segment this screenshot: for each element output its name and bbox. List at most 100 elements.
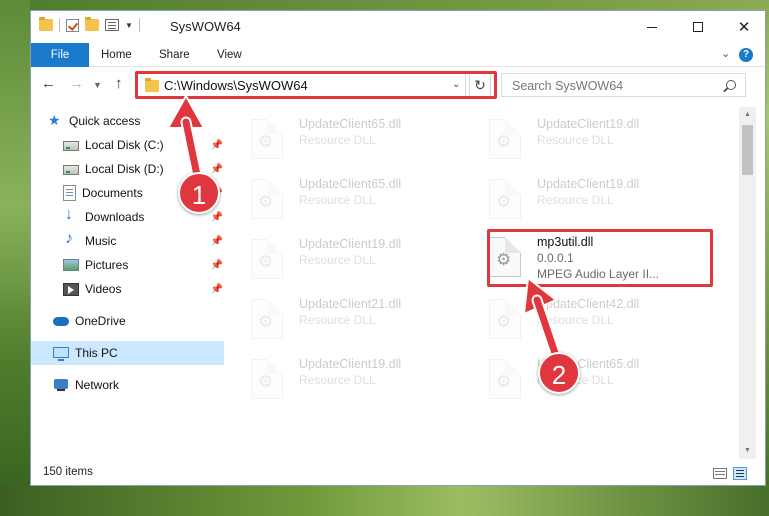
this-pc-icon: [53, 346, 69, 361]
sidebar-item-label: Quick access: [69, 114, 141, 128]
quick-access-toolbar: ▼: [39, 17, 140, 32]
file-description: Resource DLL: [299, 193, 376, 207]
tab-share[interactable]: Share: [159, 43, 190, 67]
tab-view[interactable]: View: [217, 43, 242, 67]
sidebar-item-pictures[interactable]: Pictures 📌: [63, 253, 223, 277]
downloads-icon: [63, 206, 79, 225]
file-description: Resource DLL: [299, 133, 376, 147]
close-button[interactable]: ✕: [721, 11, 765, 43]
file-item[interactable]: UpdateClient65.dll Resource DLL: [231, 115, 451, 171]
status-bar: 150 items: [31, 463, 765, 485]
sidebar-item-network[interactable]: Network: [53, 373, 223, 397]
onedrive-icon: [53, 313, 69, 329]
drive-icon: [63, 141, 79, 151]
dll-file-icon: [251, 239, 283, 279]
scroll-down-icon[interactable]: ▼: [744, 447, 751, 454]
address-bar[interactable]: C:\Windows\SysWOW64 ⌄: [137, 73, 466, 97]
pin-icon[interactable]: 📌: [211, 164, 223, 175]
sidebar-item-local-disk-c[interactable]: Local Disk (C:) 📌: [63, 133, 223, 157]
music-icon: [63, 230, 79, 249]
file-version: 0.0.0.1: [537, 251, 574, 265]
dll-file-icon: [489, 179, 521, 219]
scrollbar-thumb[interactable]: [742, 125, 753, 175]
file-description: Resource DLL: [537, 313, 614, 327]
navigation-pane: Quick access Local Disk (C:) 📌 Local Dis…: [31, 107, 231, 459]
sidebar-item-this-pc[interactable]: This PC: [31, 341, 224, 365]
new-folder-icon[interactable]: [85, 17, 99, 31]
forward-arrow-icon[interactable]: →: [69, 75, 84, 92]
navigation-bar: ← → ▼ ↑ C:\Windows\SysWOW64 ⌄ ↻ Search S…: [31, 67, 765, 103]
file-description: Resource DLL: [299, 373, 376, 387]
search-box[interactable]: Search SysWOW64: [501, 73, 746, 97]
sidebar-item-label: Documents: [82, 186, 143, 200]
file-item[interactable]: UpdateClient19.dll Resource DLL: [231, 235, 451, 291]
pin-icon[interactable]: 📌: [211, 212, 223, 223]
sidebar-item-videos[interactable]: Videos 📌: [63, 277, 223, 301]
details-view-icon[interactable]: [713, 468, 727, 479]
up-arrow-icon[interactable]: ↑: [115, 75, 123, 92]
sidebar-item-quick-access[interactable]: Quick access: [47, 109, 227, 133]
pin-icon[interactable]: 📌: [211, 140, 223, 151]
file-item[interactable]: UpdateClient42.dll Resource DLL: [469, 295, 689, 351]
address-history-chevron-icon[interactable]: ⌄: [452, 79, 460, 90]
step-2-badge: 2: [538, 352, 580, 394]
dll-file-icon: [251, 179, 283, 219]
sidebar-item-label: Local Disk (D:): [85, 162, 164, 176]
sidebar-item-label: Network: [75, 378, 120, 392]
minimize-icon: [647, 26, 657, 28]
pin-icon[interactable]: 📌: [211, 260, 223, 271]
file-name: UpdateClient19.dll: [537, 177, 640, 191]
scroll-up-icon[interactable]: ▲: [744, 111, 751, 118]
search-icon: [726, 80, 736, 90]
sidebar-item-label: OneDrive: [75, 314, 126, 328]
file-item[interactable]: UpdateClient65.dll Resource DLL: [469, 355, 689, 411]
tiles-view-icon[interactable]: [733, 467, 747, 480]
file-item-mp3util[interactable]: mp3util.dll 0.0.0.1 MPEG Audio Layer II.…: [469, 233, 689, 289]
dll-file-icon: [251, 359, 283, 399]
file-item[interactable]: UpdateClient19.dll Resource DLL: [469, 115, 689, 171]
tab-home[interactable]: Home: [101, 43, 132, 67]
refresh-icon: ↻: [474, 77, 486, 93]
dll-file-icon: [489, 359, 521, 399]
file-name: UpdateClient42.dll: [537, 297, 640, 311]
properties-icon[interactable]: [105, 19, 119, 31]
desktop-background-bottom: [0, 486, 769, 516]
pin-icon[interactable]: 📌: [211, 236, 223, 247]
drive-icon: [63, 165, 79, 175]
window-title: SysWOW64: [170, 19, 241, 34]
help-icon[interactable]: ?: [739, 48, 753, 62]
file-name: mp3util.dll: [537, 235, 594, 249]
file-description: Resource DLL: [299, 313, 376, 327]
sidebar-item-onedrive[interactable]: OneDrive: [53, 309, 223, 333]
customize-toolbar-dropdown-icon[interactable]: ▼: [125, 21, 133, 30]
recent-locations-chevron-icon[interactable]: ▼: [93, 80, 102, 90]
pictures-icon: [63, 259, 79, 271]
file-name: UpdateClient19.dll: [299, 237, 402, 251]
tab-file[interactable]: File: [31, 43, 89, 67]
file-name: UpdateClient19.dll: [537, 117, 640, 131]
ribbon-tabs: File Home Share View ⌄ ?: [31, 43, 765, 67]
properties-checkbox-icon[interactable]: [66, 18, 79, 32]
sidebar-item-music[interactable]: Music 📌: [63, 229, 223, 253]
file-explorer-window: ▼ SysWOW64 ✕ File Home Share View ⌄ ? ← …: [30, 10, 766, 486]
file-name: UpdateClient19.dll: [299, 357, 402, 371]
back-arrow-icon[interactable]: ←: [41, 75, 56, 92]
file-description: Resource DLL: [299, 253, 376, 267]
pin-icon[interactable]: 📌: [211, 284, 223, 295]
file-item[interactable]: UpdateClient19.dll Resource DLL: [231, 355, 451, 411]
file-description: Resource DLL: [537, 193, 614, 207]
file-name: UpdateClient65.dll: [299, 177, 402, 191]
file-item[interactable]: UpdateClient65.dll Resource DLL: [231, 175, 451, 231]
maximize-button[interactable]: [675, 11, 721, 43]
toolbar-separator: [59, 18, 60, 32]
expand-ribbon-chevron-icon[interactable]: ⌄: [721, 47, 730, 60]
vertical-scrollbar[interactable]: ▲ ▼: [739, 107, 756, 459]
file-item[interactable]: UpdateClient19.dll Resource DLL: [469, 175, 689, 231]
dll-file-icon: [489, 299, 521, 339]
refresh-button[interactable]: ↻: [469, 73, 491, 97]
dll-file-icon: [489, 119, 521, 159]
dll-file-icon: [489, 237, 521, 277]
minimize-button[interactable]: [629, 11, 675, 43]
file-item[interactable]: UpdateClient21.dll Resource DLL: [231, 295, 451, 351]
sidebar-item-label: Pictures: [85, 258, 129, 272]
